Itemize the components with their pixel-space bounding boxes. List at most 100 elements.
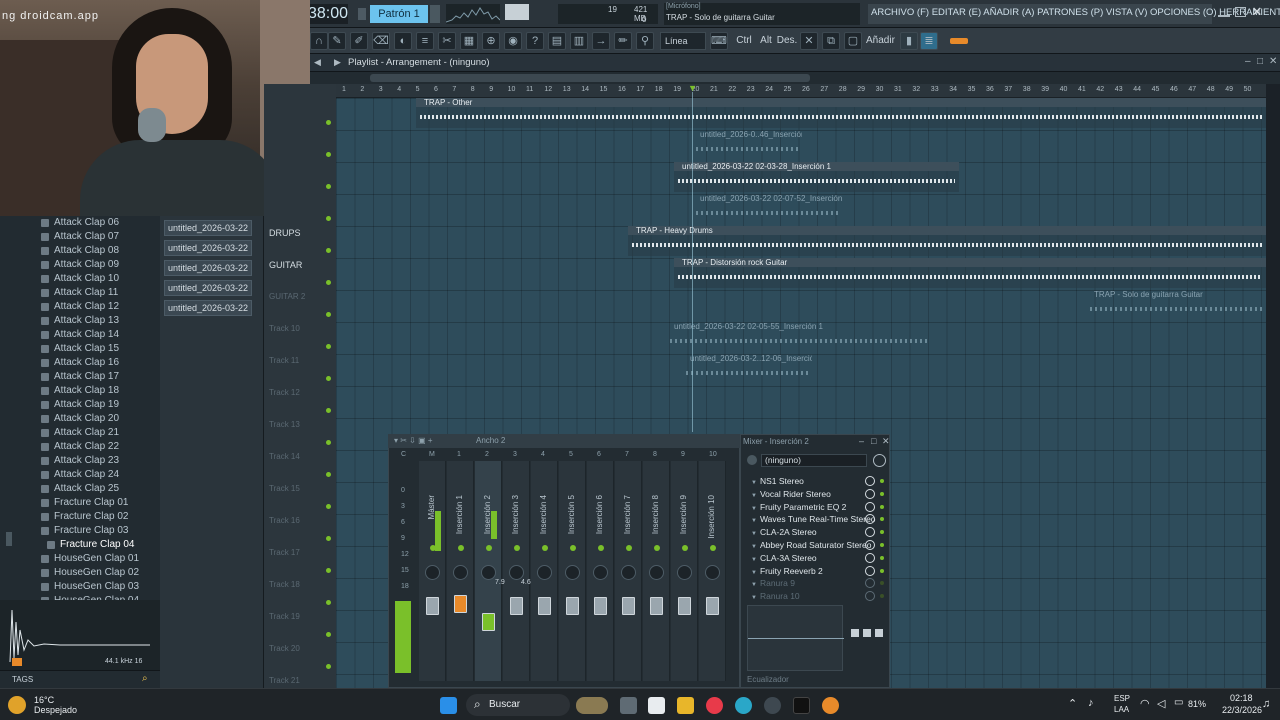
track-name[interactable]: Track 13: [269, 420, 300, 429]
magnet-icon[interactable]: ∩: [310, 32, 328, 50]
mixer-strip[interactable]: Inserción 9: [671, 461, 698, 681]
playlist-min-icon[interactable]: –: [1245, 56, 1251, 67]
preset-power-icon[interactable]: [873, 454, 886, 467]
snap-dropdown[interactable]: Línea: [660, 32, 706, 50]
scroll-thumb[interactable]: [370, 74, 810, 82]
track-led[interactable]: [326, 440, 331, 445]
volume-icon[interactable]: ◁: [1157, 697, 1165, 710]
browser-item[interactable]: Attack Clap 15: [40, 342, 119, 356]
mixer-strip[interactable]: Inserción 1: [447, 461, 474, 681]
slot-mix-knob[interactable]: [865, 488, 875, 499]
pattern-clip[interactable]: untitled_2026-03-22 02-05-55_Inserción 1: [666, 322, 931, 352]
track-led[interactable]: [326, 472, 331, 477]
slot-led[interactable]: [880, 581, 884, 586]
edge-icon[interactable]: [735, 697, 752, 714]
browser-item[interactable]: Attack Clap 16: [40, 356, 119, 370]
track-led[interactable]: [326, 568, 331, 573]
track-led[interactable]: [326, 248, 331, 253]
effect-slot[interactable]: Fruity Reeverb 2: [751, 565, 871, 577]
pattern-clip[interactable]: untitled_2026-03-2..12-06_Inserción 1: [682, 354, 812, 384]
search-label[interactable]: Buscar: [489, 699, 520, 710]
volume-fader[interactable]: [594, 597, 607, 615]
browser-scrollbar[interactable]: [6, 532, 12, 546]
effect-slot[interactable]: Fruity Parametric EQ 2: [751, 501, 871, 513]
playlist-max-icon[interactable]: □: [1257, 56, 1263, 67]
browser-item[interactable]: Attack Clap 19: [40, 398, 119, 412]
track-name[interactable]: Track 20: [269, 644, 300, 653]
clock-time[interactable]: 02:18: [1230, 693, 1253, 703]
notification-icon[interactable]: ♫: [1262, 698, 1270, 710]
track-led[interactable]: [326, 376, 331, 381]
slot-mix-knob[interactable]: [865, 476, 875, 486]
select-icon[interactable]: ▦: [460, 32, 478, 50]
effect-slot[interactable]: CLA-2A Stereo: [751, 526, 871, 538]
effect-slot[interactable]: Waves Tune Real-Time Stereo: [751, 513, 876, 525]
play-arrow-icon[interactable]: ▶: [334, 57, 341, 68]
maximize-icon[interactable]: [1235, 7, 1246, 17]
slot-led[interactable]: [880, 517, 884, 522]
pan-knob[interactable]: [593, 565, 608, 580]
pattern-clip[interactable]: TRAP - Heavy Drums: [628, 226, 1266, 256]
eq-faders[interactable]: [849, 605, 885, 671]
volume-fader[interactable]: [426, 597, 439, 615]
search-icon[interactable]: ⌕: [142, 673, 148, 684]
pan-led[interactable]: [458, 545, 464, 551]
volume-fader[interactable]: [538, 597, 551, 615]
windows-start-icon[interactable]: [440, 697, 457, 714]
main-menu[interactable]: ARCHIVO (F) EDITAR (E) AÑADIR (A) PATRON…: [868, 4, 1280, 24]
pattern-arrow-icon[interactable]: [430, 5, 440, 23]
track-name[interactable]: Track 12: [269, 388, 300, 397]
weather-icon[interactable]: [8, 696, 26, 714]
eq-fader-2[interactable]: [863, 629, 871, 637]
pan-led[interactable]: [486, 545, 492, 551]
slot-mix-knob[interactable]: [865, 540, 875, 550]
wifi-icon[interactable]: ◠: [1140, 697, 1150, 710]
search-box[interactable]: ⌕ Buscar: [466, 694, 570, 716]
minimize-icon[interactable]: [1218, 7, 1230, 17]
effect-slot[interactable]: Ranura 9: [751, 577, 871, 589]
mixer-strip[interactable]: Inserción 6: [587, 461, 614, 681]
browser-item[interactable]: HouseGen Clap 02: [40, 566, 139, 580]
track-led[interactable]: [326, 152, 331, 157]
volume-fader[interactable]: [482, 613, 495, 631]
insert-max-icon[interactable]: □: [871, 436, 876, 446]
volume-fader[interactable]: [678, 597, 691, 615]
browser-item[interactable]: Attack Clap 07: [40, 230, 119, 244]
recent-clip[interactable]: untitled_2026-03-22 02: [164, 300, 252, 316]
ctrl-button[interactable]: Ctrl: [734, 32, 754, 50]
mixer-strip[interactable]: Inserción 4: [531, 461, 558, 681]
store-icon[interactable]: [648, 697, 665, 714]
pan-knob[interactable]: [481, 565, 496, 580]
slot-mix-knob[interactable]: [865, 527, 875, 538]
slot-mix-knob[interactable]: [865, 565, 875, 576]
track-name[interactable]: Track 15: [269, 484, 300, 493]
slot-mix-knob[interactable]: [865, 552, 875, 563]
mixer-strip[interactable]: Inserción 2: [475, 461, 502, 681]
pan-knob[interactable]: [649, 565, 664, 580]
browser-item[interactable]: Attack Clap 13: [40, 314, 119, 328]
pattern-clip[interactable]: TRAP - Other: [416, 98, 1266, 128]
link-icon[interactable]: ⚲: [636, 32, 654, 50]
recent-clip[interactable]: untitled_2026-03-22 02: [164, 260, 252, 276]
settings-icon[interactable]: [764, 697, 781, 714]
browser-item[interactable]: Attack Clap 11: [40, 286, 118, 300]
playlist-close-icon[interactable]: ✕: [1269, 56, 1277, 67]
slot-mix-knob[interactable]: [865, 501, 875, 512]
mixer-strip[interactable]: Inserción 5: [559, 461, 586, 681]
browser-item[interactable]: Attack Clap 14: [40, 328, 119, 342]
browser-item[interactable]: Attack Clap 21: [40, 426, 119, 440]
arrow-icon[interactable]: →: [592, 32, 610, 50]
slot-led[interactable]: [880, 543, 884, 547]
slot-led[interactable]: [880, 568, 884, 573]
eq-graph[interactable]: [747, 605, 844, 671]
eq-fader-3[interactable]: [875, 629, 883, 637]
pattern-clip[interactable]: untitled_2026-0..46_Inserción 1: [692, 130, 802, 160]
pan-led[interactable]: [598, 545, 604, 551]
slot-mix-knob[interactable]: [865, 578, 875, 589]
track-name[interactable]: Track 18: [269, 580, 300, 589]
alt-button[interactable]: Alt: [756, 32, 776, 50]
cut-icon[interactable]: ✕: [800, 32, 818, 50]
slot-led[interactable]: [880, 594, 884, 599]
playhead-marker-icon[interactable]: ▼: [688, 84, 698, 93]
browser-item[interactable]: Attack Clap 09: [40, 258, 119, 272]
